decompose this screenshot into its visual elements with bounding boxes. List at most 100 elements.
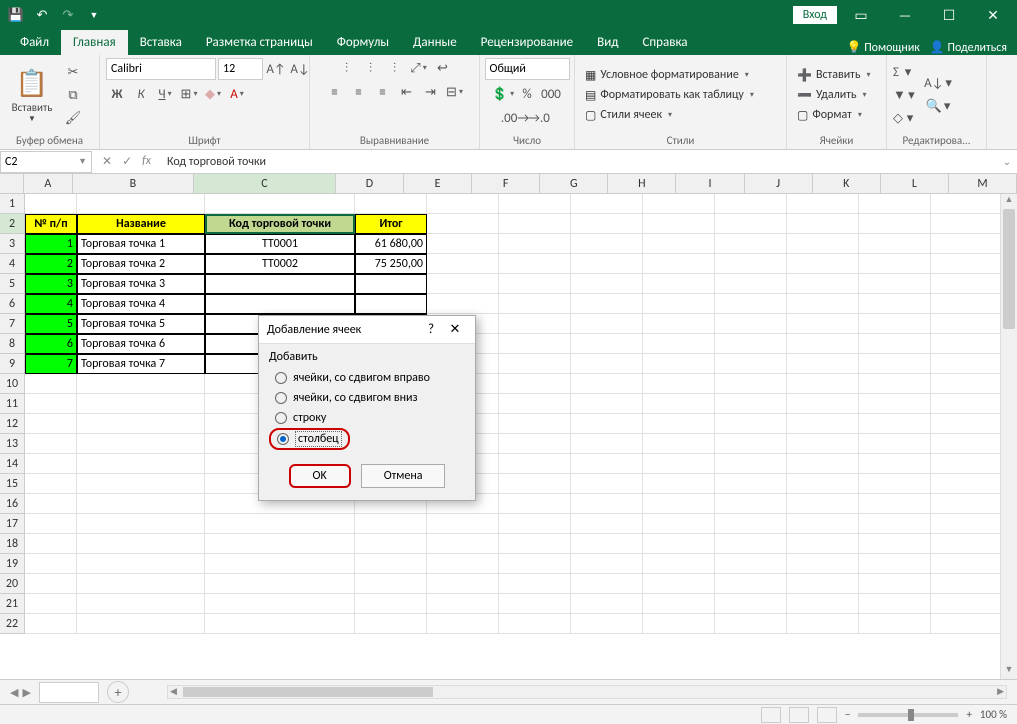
cell[interactable] <box>355 274 427 294</box>
cell[interactable] <box>643 294 715 314</box>
tab-review[interactable]: Рецензирование <box>469 30 585 55</box>
cell[interactable] <box>499 414 571 434</box>
font-color-button[interactable]: A▾ <box>226 84 248 104</box>
cell[interactable] <box>77 394 205 414</box>
cell[interactable] <box>205 574 355 594</box>
expand-formula-icon[interactable]: ⌄ <box>997 155 1017 168</box>
spreadsheet-grid[interactable]: ABCDEFGHIJKLM 12345678910111213141516171… <box>0 174 1017 679</box>
sort-filter-icon[interactable]: A↓▾ <box>927 74 949 94</box>
cell[interactable] <box>859 334 931 354</box>
cell[interactable] <box>715 314 787 334</box>
tab-insert[interactable]: Вставка <box>128 30 194 55</box>
cell[interactable]: 3 <box>25 274 77 294</box>
cell[interactable] <box>643 214 715 234</box>
cell[interactable] <box>205 614 355 634</box>
inc-decimal-icon[interactable]: .00→ <box>504 108 526 128</box>
cell[interactable] <box>787 194 859 214</box>
radio-shift-right[interactable]: ячейки, со сдвигом вправо <box>269 368 465 388</box>
cell[interactable] <box>643 554 715 574</box>
align-right-icon[interactable]: ≡ <box>372 82 394 102</box>
paste-button[interactable]: 📋 Вставить ▼ <box>6 61 58 129</box>
tab-help[interactable]: Справка <box>630 30 699 55</box>
cell[interactable] <box>643 614 715 634</box>
cell[interactable] <box>499 454 571 474</box>
cell[interactable] <box>931 254 1003 274</box>
row-header[interactable]: 16 <box>0 494 25 514</box>
row-header[interactable]: 5 <box>0 274 25 294</box>
sheet-tab[interactable] <box>39 682 99 703</box>
cell[interactable] <box>787 574 859 594</box>
cell[interactable] <box>715 534 787 554</box>
horizontal-scrollbar[interactable]: ◀ ▶ <box>167 685 1007 699</box>
cut-icon[interactable]: ✂ <box>62 62 84 82</box>
cell[interactable] <box>25 414 77 434</box>
cell[interactable] <box>499 614 571 634</box>
cell[interactable] <box>715 494 787 514</box>
cell[interactable] <box>787 274 859 294</box>
cell[interactable] <box>787 254 859 274</box>
cell[interactable] <box>859 234 931 254</box>
cell[interactable] <box>715 194 787 214</box>
cell[interactable] <box>787 474 859 494</box>
cell[interactable] <box>787 354 859 374</box>
column-header[interactable]: I <box>676 174 744 194</box>
increase-font-icon[interactable]: A↑ <box>265 59 287 79</box>
cell[interactable] <box>715 214 787 234</box>
cell[interactable] <box>571 614 643 634</box>
align-center-icon[interactable]: ≡ <box>348 82 370 102</box>
cell[interactable] <box>643 394 715 414</box>
cell[interactable]: Торговая точка 3 <box>77 274 205 294</box>
cell[interactable] <box>77 574 205 594</box>
cell[interactable] <box>787 374 859 394</box>
align-bottom-icon[interactable]: ⫶ <box>384 58 406 78</box>
cell[interactable] <box>859 574 931 594</box>
column-header[interactable]: L <box>881 174 949 194</box>
cell[interactable] <box>499 514 571 534</box>
column-header[interactable]: E <box>404 174 472 194</box>
row-header[interactable]: 19 <box>0 554 25 574</box>
cell[interactable] <box>205 594 355 614</box>
cell[interactable] <box>427 574 499 594</box>
cell[interactable] <box>499 194 571 214</box>
cell[interactable] <box>499 294 571 314</box>
cell[interactable] <box>25 614 77 634</box>
cell[interactable] <box>931 454 1003 474</box>
column-header[interactable]: D <box>336 174 404 194</box>
cell[interactable]: Торговая точка 2 <box>77 254 205 274</box>
cell[interactable] <box>787 334 859 354</box>
cell[interactable] <box>355 574 427 594</box>
column-header[interactable]: J <box>745 174 813 194</box>
cell[interactable]: 6 <box>25 334 77 354</box>
number-format-select[interactable] <box>485 58 570 80</box>
cell[interactable]: Итог <box>355 214 427 234</box>
cell[interactable] <box>787 434 859 454</box>
tab-file[interactable]: Файл <box>8 30 61 55</box>
cell[interactable] <box>715 514 787 534</box>
confirm-formula-icon[interactable]: ✓ <box>122 154 132 169</box>
fill-color-button[interactable]: ◆▾ <box>202 84 224 104</box>
tab-layout[interactable]: Разметка страницы <box>194 30 325 55</box>
cell[interactable] <box>931 374 1003 394</box>
cell[interactable] <box>931 314 1003 334</box>
cell[interactable]: 75 250,00 <box>355 254 427 274</box>
indent-inc-icon[interactable]: ⇥ <box>420 82 442 102</box>
scroll-up-icon[interactable]: ▲ <box>1001 194 1017 209</box>
cell[interactable] <box>77 494 205 514</box>
cell[interactable]: 1 <box>25 234 77 254</box>
cell[interactable] <box>859 614 931 634</box>
cell[interactable] <box>571 354 643 374</box>
cell[interactable] <box>499 554 571 574</box>
cell[interactable] <box>643 574 715 594</box>
add-sheet-button[interactable]: + <box>107 681 129 703</box>
cell[interactable] <box>571 334 643 354</box>
cell[interactable]: 5 <box>25 314 77 334</box>
cell[interactable] <box>931 414 1003 434</box>
cell[interactable] <box>427 554 499 574</box>
row-header[interactable]: 3 <box>0 234 25 254</box>
cell[interactable] <box>499 214 571 234</box>
cell[interactable] <box>355 194 427 214</box>
currency-icon[interactable]: 💲▾ <box>492 84 514 104</box>
cell[interactable] <box>931 554 1003 574</box>
select-all-corner[interactable] <box>0 174 24 194</box>
cell[interactable] <box>931 434 1003 454</box>
